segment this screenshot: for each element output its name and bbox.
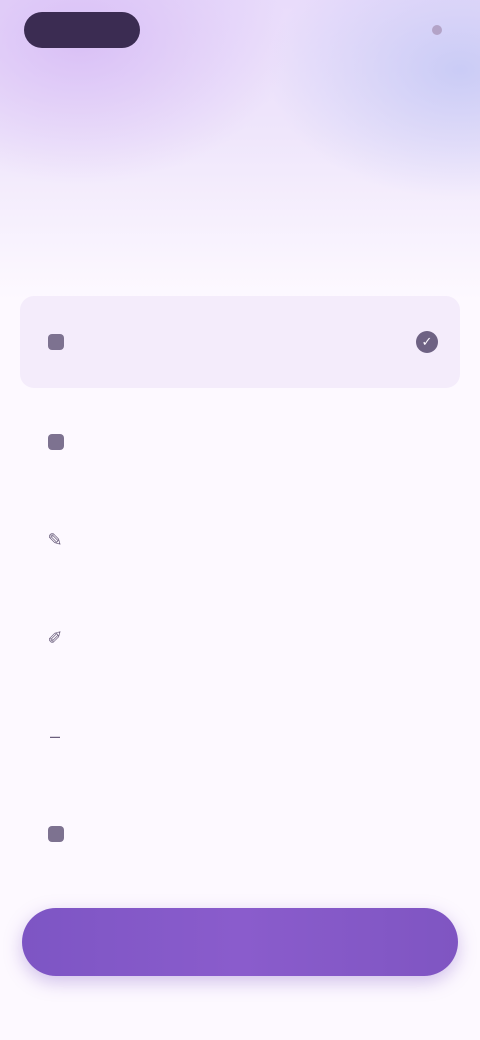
- page-title: [20, 126, 460, 168]
- options-list: ✓ ✎ ✐ –: [20, 296, 460, 884]
- back-button[interactable]: [24, 12, 140, 48]
- continue-button[interactable]: [22, 908, 458, 976]
- option-item-2[interactable]: [20, 394, 460, 490]
- option-item-3[interactable]: ✎: [20, 492, 460, 588]
- checkmark-icon: ✓: [416, 331, 438, 353]
- onboarding-screen: ✓ ✎ ✐ –: [0, 0, 480, 1040]
- option-item-6[interactable]: [20, 786, 460, 882]
- option-item-1[interactable]: ✓: [20, 296, 460, 388]
- skip-link[interactable]: [426, 20, 442, 40]
- square-icon: [48, 434, 64, 450]
- dot-icon: [432, 25, 442, 35]
- square-icon: [48, 826, 64, 842]
- option-item-4[interactable]: ✐: [20, 590, 460, 686]
- square-icon: [48, 334, 64, 350]
- pencil-icon: ✎: [47, 530, 63, 550]
- chat-icon: ✐: [47, 628, 63, 648]
- option-item-5[interactable]: –: [20, 688, 460, 784]
- dash-icon: –: [49, 726, 60, 746]
